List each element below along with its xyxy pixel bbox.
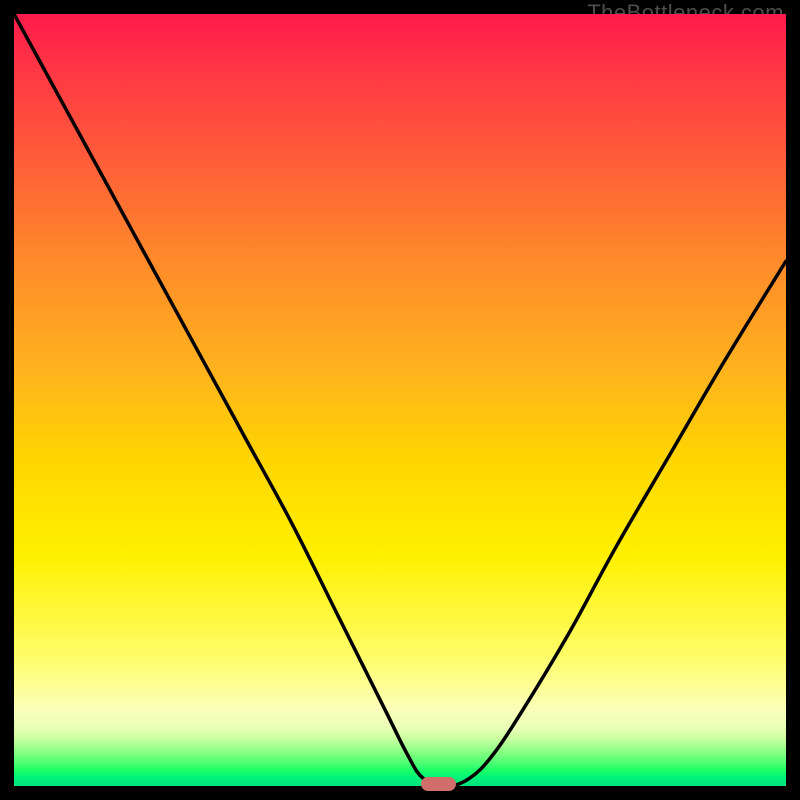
chart-stage: TheBottleneck.com: [0, 0, 800, 800]
minimum-marker: [421, 777, 456, 791]
curve-svg: [14, 14, 786, 786]
bottleneck-curve: [14, 14, 786, 786]
plot-area: [14, 14, 786, 786]
